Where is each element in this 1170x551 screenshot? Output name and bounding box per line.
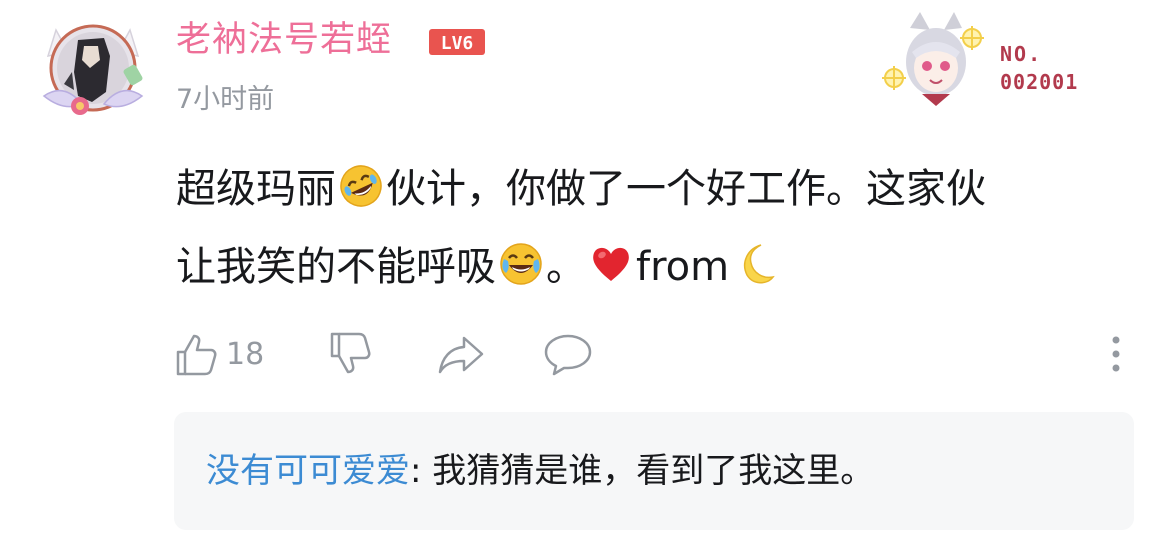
avatar-frame-icon [42, 24, 144, 115]
comment-text-part: from [636, 244, 730, 290]
comment-text-part: 。 [546, 244, 586, 290]
reply-separator: : [410, 451, 433, 491]
fan-card-number-label: NO. [1000, 42, 1043, 66]
svg-text:LV6: LV6 [441, 33, 474, 54]
fan-card-number: 002001 [1000, 70, 1079, 94]
share-button[interactable] [436, 328, 486, 380]
username[interactable]: 老衲法号若蛭 [176, 14, 392, 66]
timestamp: 7小时前 [176, 84, 275, 115]
more-button[interactable] [1106, 332, 1126, 376]
thumb-down-icon [330, 332, 371, 374]
comment-text-part: 伙计，你做了一个好工作。这家伙 [386, 166, 986, 212]
dislike-button[interactable] [326, 328, 374, 380]
more-icon [1112, 336, 1120, 372]
rofl-emoji [340, 165, 382, 207]
reply-line: 没有可可爱爱: 我猜猜是谁，看到了我这里。 [206, 446, 874, 496]
heart-emoji [593, 247, 629, 281]
like-button[interactable]: 18 [172, 328, 264, 380]
share-icon [438, 336, 484, 374]
comment-text-part: 让我笑的不能呼吸 [176, 244, 496, 290]
reply-preview[interactable]: 没有可可爱爱: 我猜猜是谁，看到了我这里。 [174, 412, 1134, 530]
avatar[interactable] [34, 12, 152, 124]
level-badge-icon: LV6 [429, 29, 485, 55]
comment-text: 超级玛丽 伙计，你做了一个好工作。这家伙 让我笑的不能呼吸 。 from [176, 150, 1106, 306]
reply-text: 我猜猜是谁，看到了我这里。 [432, 451, 875, 491]
thumb-up-icon [176, 334, 217, 376]
fan-card-character-icon [882, 12, 984, 106]
crescent-moon-emoji [744, 244, 775, 284]
action-bar: 18 [172, 328, 1132, 380]
comment-icon [544, 334, 592, 376]
fan-card[interactable]: NO. 002001 [880, 8, 1095, 108]
like-count: 18 [226, 336, 265, 372]
reply-button[interactable] [542, 328, 594, 380]
joy-emoji [500, 243, 542, 285]
reply-username[interactable]: 没有可可爱爱 [206, 451, 410, 491]
comment-text-part: 超级玛丽 [176, 166, 336, 212]
